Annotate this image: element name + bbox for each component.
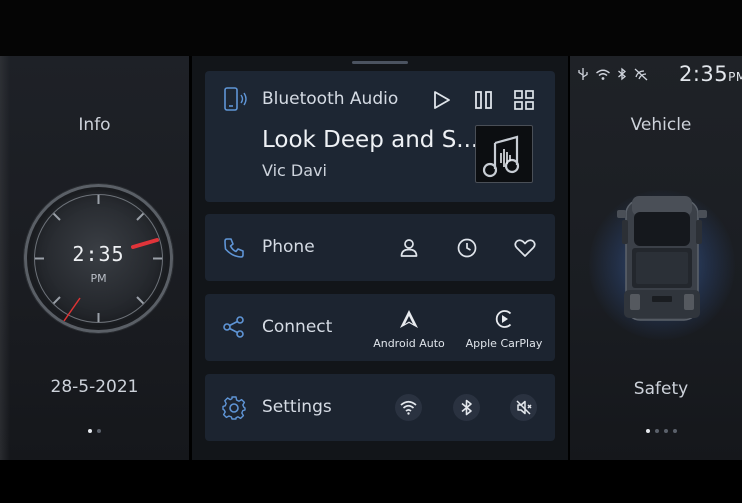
phone-icon <box>224 238 244 258</box>
vehicle-title: Vehicle <box>630 115 692 135</box>
page-dot <box>97 429 101 433</box>
truck-image <box>617 196 707 321</box>
left-page-indicator <box>0 429 189 433</box>
android-auto-icon[interactable] <box>398 309 420 329</box>
settings-label: Settings <box>262 397 332 417</box>
minute-hand <box>63 297 81 322</box>
favorites-icon[interactable] <box>513 237 537 259</box>
android-auto-label[interactable]: Android Auto <box>366 337 452 350</box>
date-label: 28-5-2021 <box>50 377 139 397</box>
usb-icon <box>578 68 588 80</box>
clock-time: 2:35 <box>72 242 125 266</box>
top-bar <box>0 0 742 56</box>
phone-label: Phone <box>262 237 315 257</box>
phone-audio-icon <box>224 87 247 111</box>
bluetooth-icon <box>461 399 472 416</box>
bluetooth-toggle[interactable] <box>453 394 480 421</box>
status-time-ampm: PM <box>728 70 742 84</box>
bottom-bar <box>0 460 742 503</box>
contacts-icon[interactable] <box>398 237 420 259</box>
media-source-label: Bluetooth Audio <box>262 89 399 109</box>
sound-off-toggle[interactable] <box>510 394 537 421</box>
info-title: Info <box>78 115 111 135</box>
album-art[interactable] <box>475 125 533 183</box>
page-dot <box>88 429 92 433</box>
song-title: Look Deep and S... <box>262 127 479 153</box>
sound-off-icon <box>516 400 532 415</box>
phone-card[interactable] <box>205 214 555 281</box>
clock-ampm: PM <box>90 272 107 285</box>
wifi-status-icon <box>596 69 610 80</box>
music-note-icon <box>482 135 520 178</box>
settings-card[interactable] <box>205 374 555 441</box>
no-gps-icon <box>634 68 648 81</box>
status-icons <box>577 67 649 81</box>
gear-icon <box>222 396 246 420</box>
status-time: 2:35PM <box>679 62 742 86</box>
connect-label: Connect <box>262 317 333 337</box>
page-dot <box>654 429 659 433</box>
page-dot <box>645 429 650 433</box>
apple-carplay-label[interactable]: Apple CarPlay <box>460 337 548 350</box>
drag-handle[interactable] <box>352 61 408 64</box>
bluetooth-status-icon <box>618 67 627 81</box>
status-time-value: 2:35 <box>679 62 729 86</box>
page-dot <box>672 429 677 433</box>
recent-calls-icon[interactable] <box>456 237 478 259</box>
analog-clock: 2:35 PM <box>24 184 173 333</box>
safety-title: Safety <box>633 379 689 399</box>
apple-carplay-icon[interactable] <box>493 308 515 330</box>
share-icon <box>223 316 244 338</box>
page-dot <box>663 429 668 433</box>
wifi-toggle[interactable] <box>395 394 422 421</box>
artist-name: Vic Davi <box>262 161 327 180</box>
wifi-icon <box>400 400 417 415</box>
pause-icon[interactable] <box>473 89 495 111</box>
play-icon[interactable] <box>431 89 453 111</box>
grid-icon[interactable] <box>513 89 535 111</box>
right-page-indicator <box>580 429 742 433</box>
